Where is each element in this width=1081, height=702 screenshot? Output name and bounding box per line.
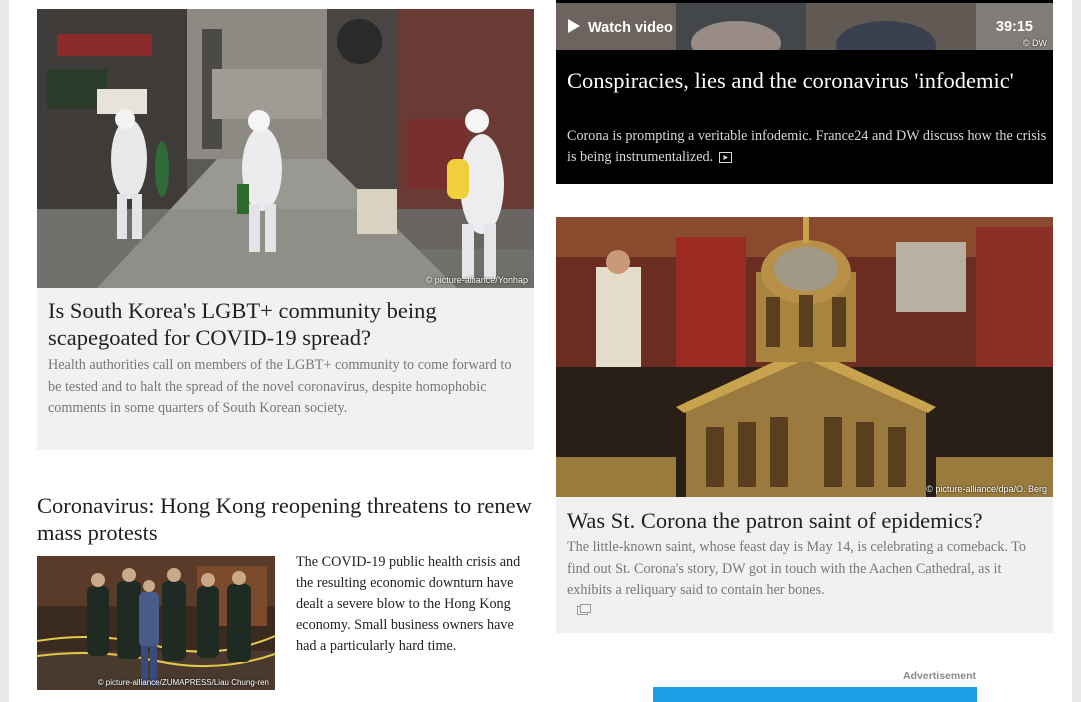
gallery-icon: [577, 604, 591, 615]
story-teaser-st-corona: The little-known saint, whose feast day …: [567, 539, 1026, 598]
advertisement-banner[interactable]: [653, 687, 977, 702]
story-hong-kong[interactable]: Coronavirus: Hong Kong reopening threate…: [37, 470, 534, 695]
video-duration: 39:15: [995, 19, 1033, 35]
watch-video-button[interactable]: Watch video: [568, 19, 673, 36]
advertisement-label: Advertisement: [903, 670, 976, 682]
video-story-teaser-text: Corona is prompting a veritable infodemi…: [567, 128, 1047, 165]
image-credit: © picture-alliance/Yonhap: [425, 275, 528, 285]
video-thumbnail[interactable]: Watch video 39:15 © DW: [556, 3, 1053, 50]
story-image-st-corona[interactable]: © picture-alliance/dpa/O. Berg: [556, 217, 1053, 497]
page-content: © picture-alliance/Yonhap Is South Korea…: [9, 0, 1072, 702]
video-icon: [719, 152, 733, 164]
image-credit: © picture-alliance/ZUMAPRESS/Liau Chung-…: [97, 678, 269, 687]
story-teaser-south-korea: Health authorities call on members of th…: [48, 357, 512, 416]
watch-video-label: Watch video: [588, 20, 673, 36]
story-card-st-corona[interactable]: © picture-alliance/dpa/O. Berg Was St. C…: [556, 217, 1053, 633]
story-card-south-korea[interactable]: © picture-alliance/Yonhap Is South Korea…: [37, 9, 534, 450]
image-credit: © picture-alliance/dpa/O. Berg: [926, 484, 1047, 494]
video-story-title[interactable]: Conspiracies, lies and the coronavirus '…: [567, 67, 1027, 94]
story-title-st-corona[interactable]: Was St. Corona the patron saint of epide…: [567, 507, 1047, 534]
story-image-south-korea[interactable]: © picture-alliance/Yonhap: [37, 9, 534, 288]
play-icon: [568, 19, 580, 33]
story-teaser-hong-kong: The COVID-19 public health crisis and th…: [296, 554, 521, 654]
video-card-infodemic[interactable]: Watch video 39:15 © DW Conspiracies, lie…: [556, 0, 1053, 184]
image-credit: © DW: [1022, 38, 1047, 48]
story-image-hong-kong[interactable]: © picture-alliance/ZUMAPRESS/Liau Chung-…: [37, 556, 275, 690]
story-title-hong-kong[interactable]: Coronavirus: Hong Kong reopening threate…: [37, 492, 534, 546]
video-story-teaser: Corona is prompting a veritable infodemi…: [567, 126, 1047, 168]
story-title-south-korea[interactable]: Is South Korea's LGBT+ community being s…: [48, 297, 518, 351]
